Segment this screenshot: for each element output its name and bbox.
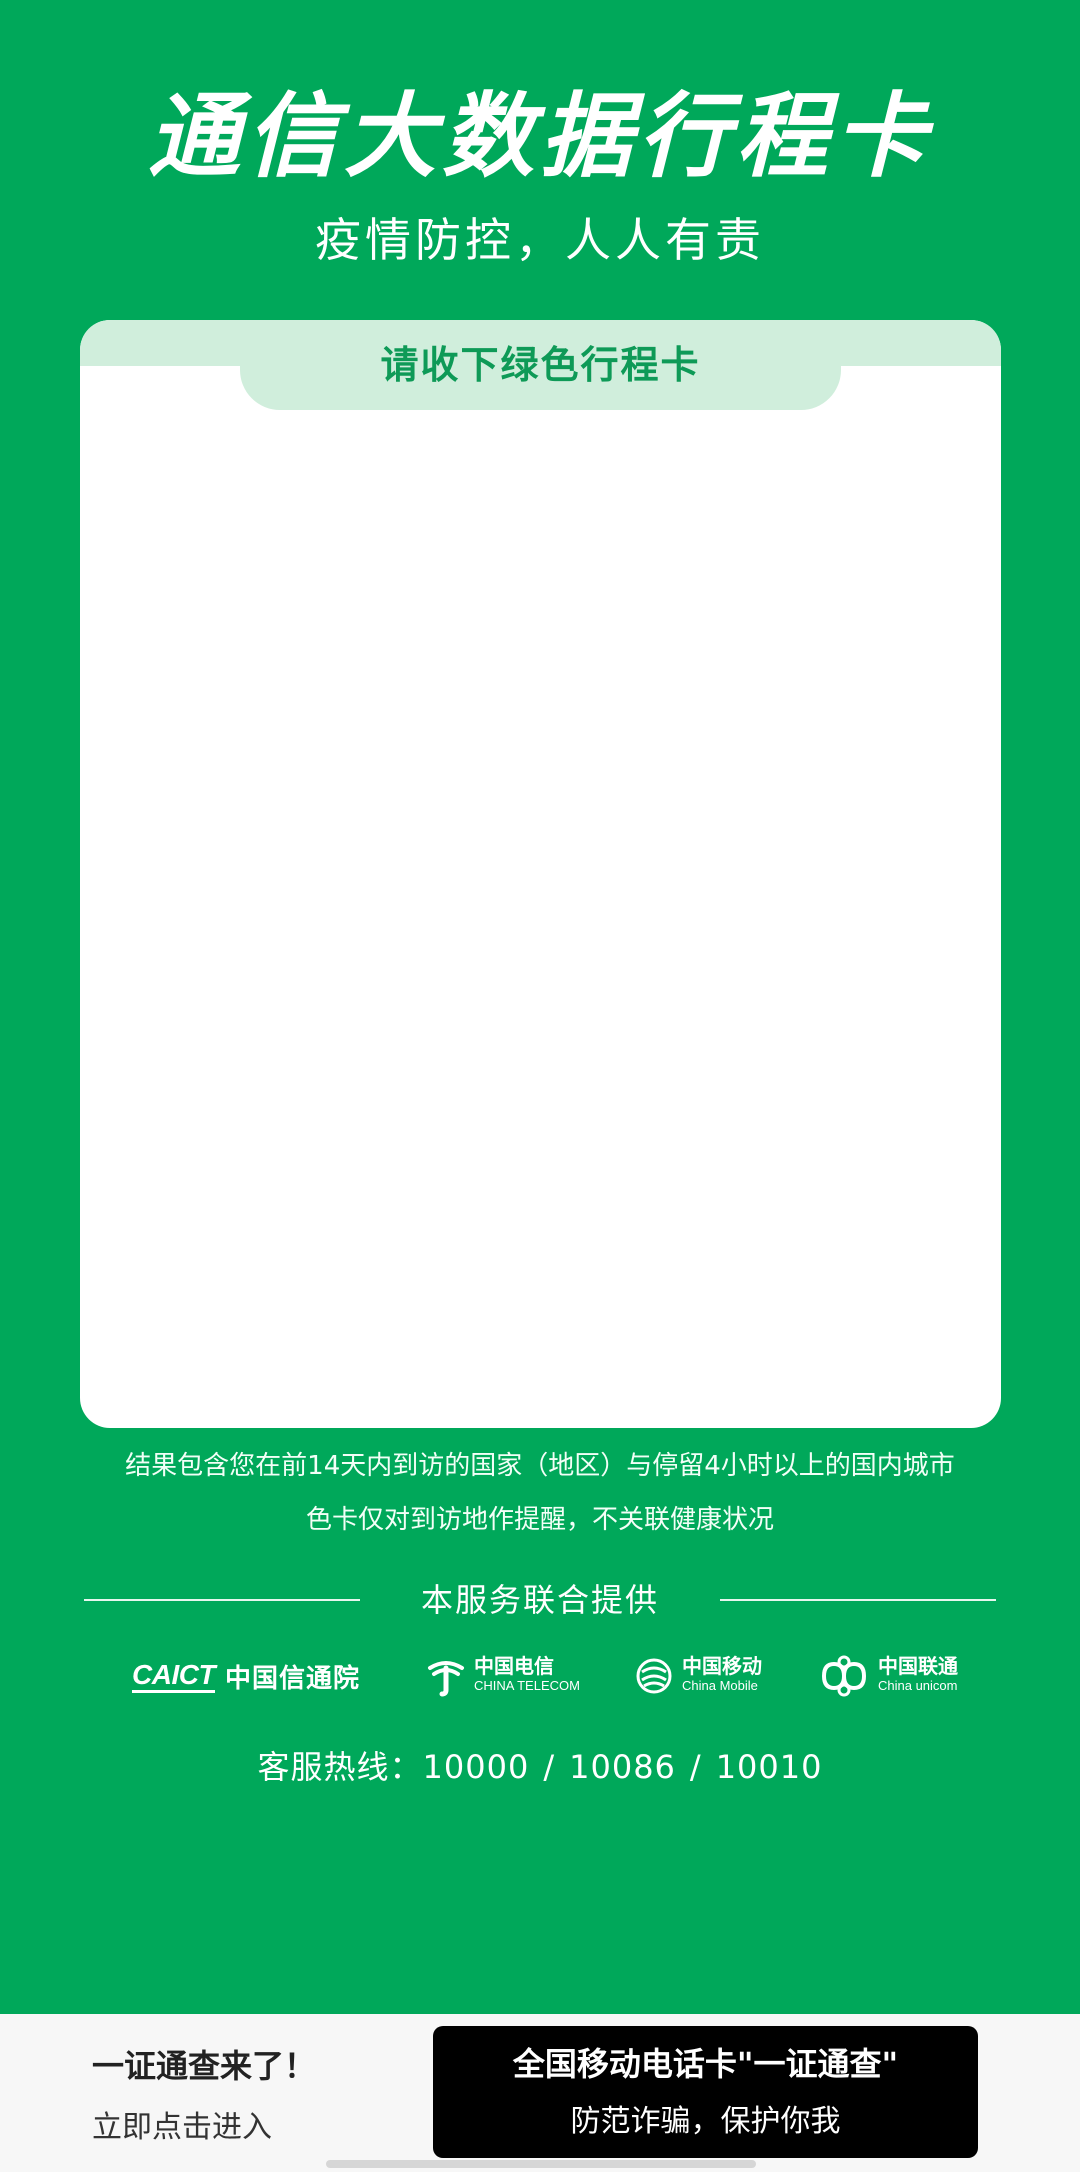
china-telecom-en: CHINA TELECOM [474, 1678, 580, 1693]
promo-left-subtitle: 立即点击进入 [92, 2110, 272, 2145]
card-body [80, 410, 1001, 1428]
itinerary-card: 请收下绿色行程卡 [80, 320, 1001, 1428]
china-mobile-en: China Mobile [682, 1678, 758, 1693]
promo-banner[interactable]: 一证通查来了！ 立即点击进入 全国移动电话卡"一证通查" 防范诈骗，保护你我 [0, 2014, 1080, 2172]
promo-left[interactable]: 一证通查来了！ 立即点击进入 [92, 2044, 316, 2150]
hotline-number-mobile[interactable]: 10086 [569, 1748, 676, 1786]
hotline-number-telecom[interactable]: 10000 [423, 1748, 530, 1786]
page-subtitle: 疫情防控，人人有责 [315, 213, 765, 267]
china-unicom-logo: 中国联通 China unicom [818, 1646, 958, 1706]
promo-button-subtitle: 防范诈骗，保护你我 [570, 2104, 841, 2139]
info-note-1: 结果包含您在前14天内到访的国家（地区）与停留4小时以上的国内城市 [125, 1451, 955, 1481]
china-mobile-icon [636, 1658, 672, 1694]
china-unicom-knot-icon [821, 1655, 867, 1697]
china-telecom-icon [428, 1661, 464, 1697]
provider-section: 本服务联合提供 [0, 1574, 1080, 1626]
china-unicom-en: China unicom [878, 1678, 958, 1693]
china-telecom-name: 中国电信 [474, 1654, 554, 1678]
divider-right [720, 1599, 996, 1601]
caict-name: 中国信通院 [225, 1663, 361, 1694]
hotline-separator: / [689, 1748, 702, 1786]
hotline-number-unicom[interactable]: 10010 [716, 1748, 823, 1786]
promo-button-title: 全国移动电话卡"一证通查" [512, 2045, 899, 2083]
home-indicator[interactable] [326, 2160, 756, 2168]
hotline-label: 客服热线： [257, 1748, 423, 1786]
china-mobile-logo: 中国移动 China Mobile [634, 1646, 762, 1706]
china-mobile-name: 中国移动 [682, 1654, 762, 1678]
promo-left-title: 一证通查来了！ [92, 2047, 317, 2085]
caict-logo: CAICT 中国信通院 [132, 1646, 360, 1706]
hotline: 客服热线：10000 / 10086 / 10010 [0, 1744, 1080, 1790]
hotline-separator: / [543, 1748, 556, 1786]
page-title: 通信大数据行程卡 [147, 83, 932, 190]
card-tab: 请收下绿色行程卡 [240, 320, 841, 410]
china-unicom-name: 中国联通 [878, 1654, 958, 1678]
caict-mark: CAICT [132, 1659, 216, 1693]
card-tab-label: 请收下绿色行程卡 [380, 343, 701, 387]
info-note-2: 色卡仅对到访地作提醒，不关联健康状况 [305, 1505, 774, 1535]
china-telecom-logo: 中国电信 CHINA TELECOM [424, 1646, 580, 1706]
promo-button[interactable]: 全国移动电话卡"一证通查" 防范诈骗，保护你我 [433, 2026, 978, 2158]
provider-logos: CAICT 中国信通院 中国电信 CHINA TELECOM 中国移动 Chin… [0, 1646, 1080, 1706]
